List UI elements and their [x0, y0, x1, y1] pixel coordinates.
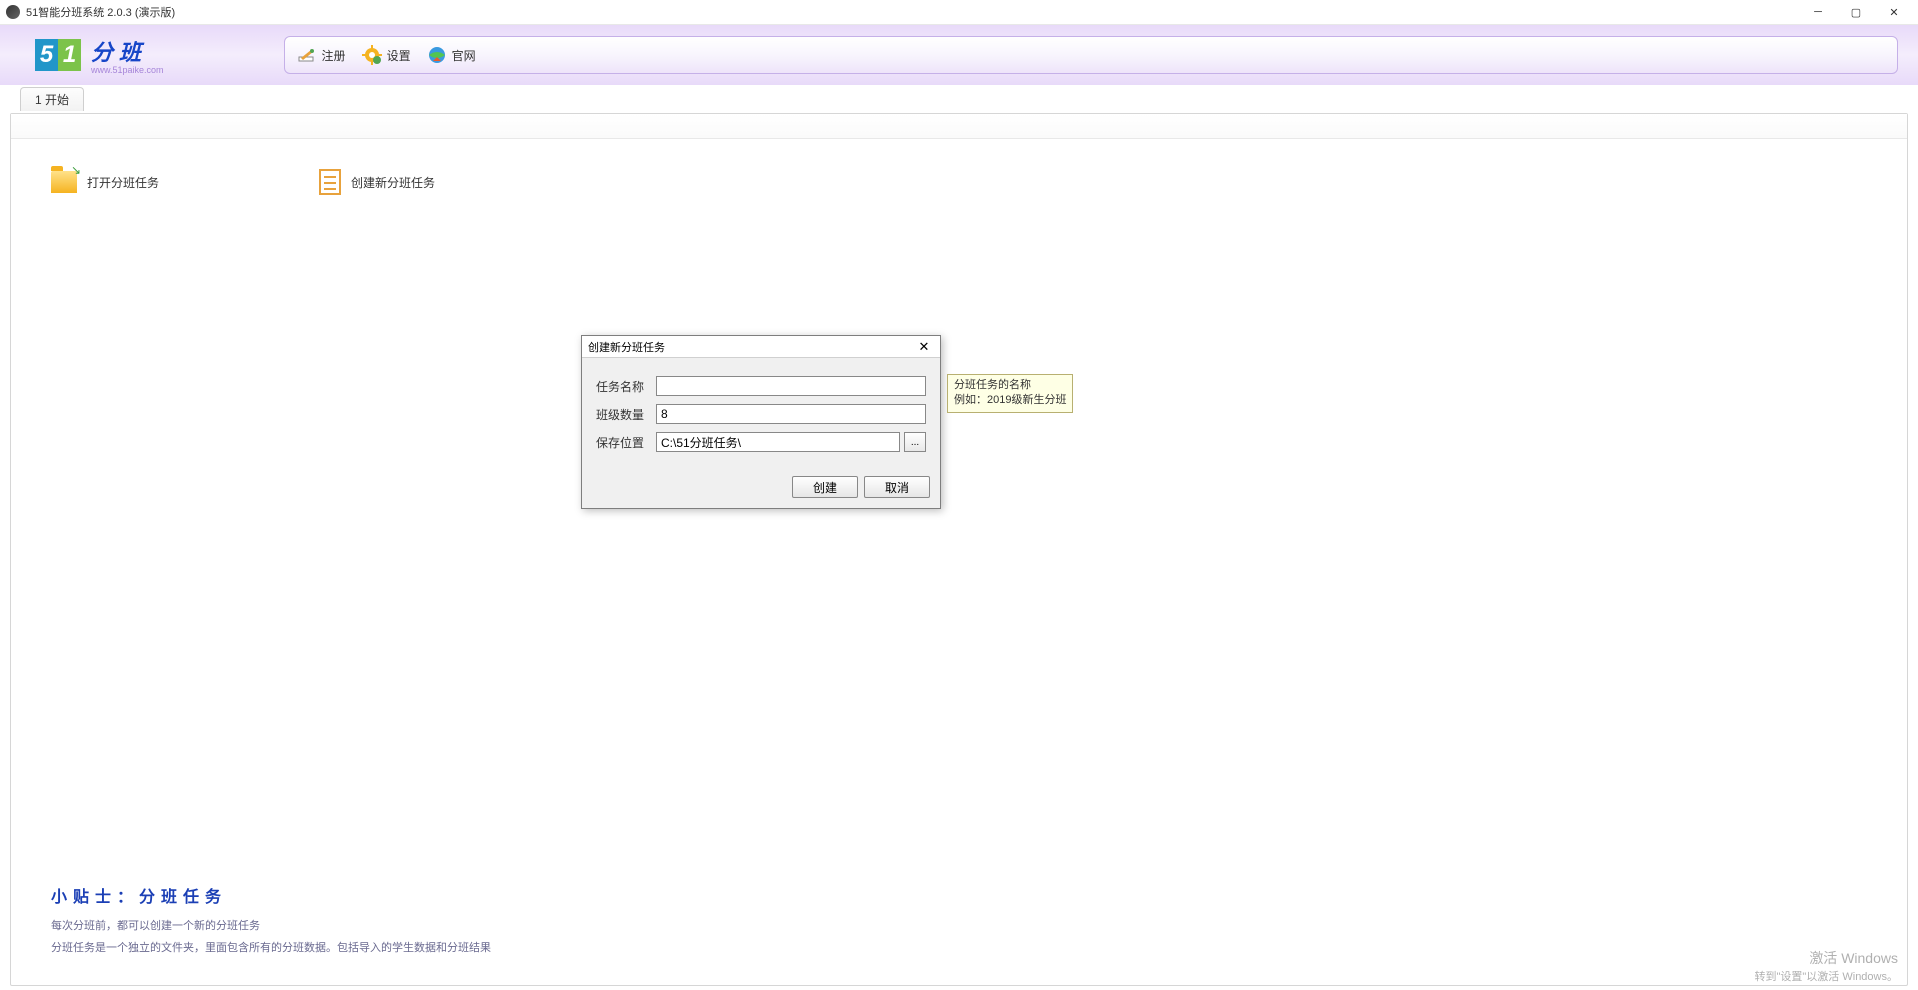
- create-task-label: 创建新分班任务: [351, 174, 435, 191]
- main-toolbar: 注册 设置 官网: [284, 36, 1898, 74]
- register-button[interactable]: 注册: [297, 45, 346, 65]
- activation-hint: 转到"设置"以激活 Windows。: [1755, 968, 1899, 984]
- input-save-path[interactable]: [656, 432, 900, 452]
- dialog-cancel-button[interactable]: 取消: [864, 476, 930, 498]
- tips-title: 小贴士：分班任务: [51, 883, 1867, 907]
- create-task-dialog: 创建新分班任务 ✕ 任务名称 班级数量 保存位置 ... 创建 取消: [581, 335, 941, 509]
- settings-label: 设置: [387, 47, 411, 64]
- input-task-name[interactable]: [656, 376, 926, 396]
- dialog-ok-button[interactable]: 创建: [792, 476, 858, 498]
- row-save-path: 保存位置 ...: [596, 432, 926, 452]
- window-controls: ─ ▢ ✕: [1800, 2, 1912, 22]
- browse-button[interactable]: ...: [904, 432, 926, 452]
- globe-icon: [427, 45, 447, 65]
- tips-line-1: 每次分班前，都可以创建一个新的分班任务: [51, 917, 1867, 933]
- app-icon: [6, 5, 20, 19]
- dialog-titlebar[interactable]: 创建新分班任务 ✕: [582, 336, 940, 358]
- label-class-count: 班级数量: [596, 406, 656, 423]
- tooltip-line-2: 例如：2019级新生分班: [954, 393, 1066, 408]
- tab-start[interactable]: 1 开始: [20, 87, 84, 111]
- maximize-button[interactable]: ▢: [1838, 2, 1874, 22]
- tips-line-2: 分班任务是一个独立的文件夹，里面包含所有的分班数据。包括导入的学生数据和分班结果: [51, 939, 1867, 955]
- create-task-button[interactable]: 创建新分班任务: [319, 169, 435, 195]
- window-titlebar: 51智能分班系统 2.0.3 (演示版) ─ ▢ ✕: [0, 0, 1918, 25]
- logo-five: 5: [35, 39, 58, 71]
- content-header-strip: [11, 114, 1907, 139]
- logo-one: 1: [58, 39, 81, 71]
- minimize-button[interactable]: ─: [1800, 2, 1836, 22]
- document-icon: [319, 169, 341, 195]
- logo-mark: 5 1: [35, 39, 81, 71]
- open-task-label: 打开分班任务: [87, 174, 159, 191]
- window-title: 51智能分班系统 2.0.3 (演示版): [26, 4, 1800, 20]
- windows-activation-notice: 激活 Windows 转到"设置"以激活 Windows。: [1755, 948, 1899, 984]
- app-header: 5 1 分班 www.51paike.com 注册 设置 官网: [0, 25, 1918, 85]
- logo: 5 1 分班 www.51paike.com: [35, 35, 164, 75]
- tab-start-label: 1 开始: [35, 91, 69, 108]
- tooltip-line-1: 分班任务的名称: [954, 378, 1066, 393]
- settings-button[interactable]: 设置: [362, 45, 411, 65]
- register-icon: [297, 45, 317, 65]
- gear-icon: [362, 45, 382, 65]
- label-task-name: 任务名称: [596, 378, 656, 395]
- row-task-name: 任务名称: [596, 376, 926, 396]
- tab-bar: 1 开始: [0, 85, 1918, 111]
- activation-title: 激活 Windows: [1755, 948, 1899, 968]
- dialog-footer: 创建 取消: [582, 470, 940, 508]
- dialog-title: 创建新分班任务: [588, 339, 914, 355]
- folder-open-icon: ↘: [51, 171, 77, 193]
- logo-text: 分班 www.51paike.com: [91, 35, 164, 75]
- tips-panel: 小贴士：分班任务 每次分班前，都可以创建一个新的分班任务 分班任务是一个独立的文…: [11, 871, 1907, 985]
- dialog-body: 任务名称 班级数量 保存位置 ...: [582, 358, 940, 470]
- logo-cn: 分班: [91, 35, 164, 67]
- open-task-button[interactable]: ↘ 打开分班任务: [51, 169, 159, 195]
- logo-url: www.51paike.com: [91, 65, 164, 75]
- website-label: 官网: [452, 47, 476, 64]
- dialog-close-button[interactable]: ✕: [914, 339, 934, 355]
- tooltip-task-name: 分班任务的名称 例如：2019级新生分班: [947, 374, 1073, 413]
- website-button[interactable]: 官网: [427, 45, 476, 65]
- start-actions: ↘ 打开分班任务 创建新分班任务: [11, 139, 1907, 195]
- close-button[interactable]: ✕: [1876, 2, 1912, 22]
- input-class-count[interactable]: [656, 404, 926, 424]
- label-save-path: 保存位置: [596, 434, 656, 451]
- main-content: ↘ 打开分班任务 创建新分班任务 小贴士：分班任务 每次分班前，都可以创建一个新…: [10, 113, 1908, 986]
- row-class-count: 班级数量: [596, 404, 926, 424]
- register-label: 注册: [322, 47, 346, 64]
